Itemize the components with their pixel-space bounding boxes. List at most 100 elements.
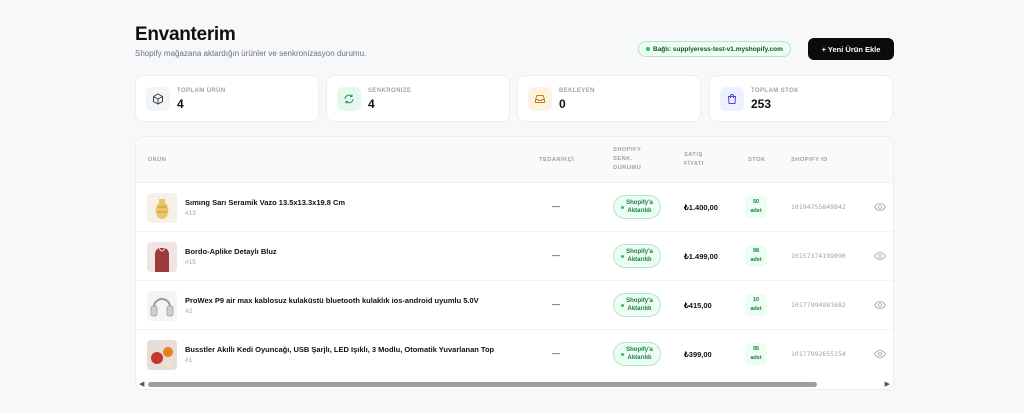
product-name[interactable]: Sımıng Sarı Seramik Vazo 13.5x13.3x19.8 … [185, 198, 345, 207]
column-header-sync-line: SENK. [613, 156, 633, 162]
column-header-stock: STOK [748, 157, 766, 163]
stat-label: TOPLAM ÜRÜN [177, 88, 226, 94]
scroll-left-arrow-icon[interactable]: ◀ [139, 380, 144, 388]
status-dot-icon [621, 254, 625, 258]
stat-label: TOPLAM STOK [751, 88, 799, 94]
scrollbar-thumb[interactable] [148, 382, 817, 387]
sync-status-line: Aktarıldı [627, 355, 652, 361]
sync-status-line: Shopify'a [626, 249, 653, 255]
stock-quantity: 10 [752, 297, 760, 303]
page-title: Envanterim [135, 24, 236, 45]
sync-status-line: Aktarıldı [627, 208, 652, 214]
table-row[interactable]: Bordo-Aplike Detaylı Bluz #15 — Shopify'… [136, 232, 893, 281]
stock-unit: adet [750, 306, 762, 312]
status-dot-icon [621, 352, 625, 356]
column-header-product: ÜRÜN [148, 157, 167, 163]
product-name[interactable]: ProWex P9 air max kablosuz kulaküstü blu… [185, 296, 479, 305]
stock-quantity: 98 [752, 248, 760, 254]
scroll-right-arrow-icon[interactable]: ▶ [885, 380, 890, 388]
connection-status-badge: Bağlı: supplyeress-test-v1.myshopify.com [638, 41, 791, 57]
eye-icon[interactable] [874, 300, 886, 310]
stat-card-total-products: TOPLAM ÜRÜN 4 [135, 75, 319, 122]
table-row[interactable]: ProWex P9 air max kablosuz kulaküstü blu… [136, 281, 893, 330]
stock-badge: 10 adet [745, 294, 767, 316]
column-header-shopify-id: SHOPIFY ID [791, 157, 828, 163]
product-id: #2 [185, 308, 193, 315]
stock-badge: 98 adet [745, 245, 767, 267]
status-dot-icon [646, 47, 650, 51]
sync-status-badge: Shopify'a Aktarıldı [613, 244, 661, 268]
stat-card-pending: BEKLEYEN 0 [517, 75, 701, 122]
box-icon [146, 87, 170, 111]
price-cell: ₺415,00 [684, 301, 712, 310]
stock-unit: adet [750, 208, 762, 214]
horizontal-scrollbar[interactable]: ◀ ▶ [136, 378, 893, 389]
sync-status-line: Shopify'a [626, 347, 653, 353]
connection-label: Bağlı: supplyeress-test-v1.myshopify.com [653, 45, 783, 53]
shopify-id-cell: 10157374199090 [791, 252, 846, 260]
product-thumbnail [147, 242, 177, 272]
stat-value: 253 [751, 97, 772, 111]
sync-status-badge: Shopify'a Aktarıldı [613, 195, 661, 219]
shopify-id-cell: 10177994981682 [791, 301, 846, 309]
column-header-sync-line: DURUMU [613, 165, 642, 171]
stat-label: SENKRONIZE [368, 88, 412, 94]
scrollbar-track[interactable] [148, 382, 883, 387]
sync-status-line: Shopify'a [626, 298, 653, 304]
stat-card-total-stock: TOPLAM STOK 253 [709, 75, 893, 122]
stock-badge: 95 adet [745, 343, 767, 365]
sync-status-line: Aktarıldı [627, 257, 652, 263]
table-row[interactable]: Sımıng Sarı Seramik Vazo 13.5x13.3x19.8 … [136, 183, 893, 232]
price-cell: ₺399,00 [684, 350, 712, 359]
supplier-cell: — [552, 251, 560, 260]
column-header-price: SATIŞ FİYATI [684, 151, 704, 169]
inbox-icon [528, 87, 552, 111]
stat-value: 4 [177, 97, 184, 111]
page-subtitle: Shopify mağazana aktardığın ürünler ve s… [135, 49, 367, 58]
status-dot-icon [621, 303, 625, 307]
shopify-id-cell: 10194755849842 [791, 203, 846, 211]
status-dot-icon [621, 205, 625, 209]
column-header-price-line: FİYATI [684, 161, 704, 167]
product-thumbnail [147, 291, 177, 321]
stock-badge: 50 adet [745, 196, 767, 218]
sync-status-badge: Shopify'a Aktarıldı [613, 293, 661, 317]
shopify-id-cell: 10177992655154 [791, 350, 846, 358]
column-header-sync-line: SHOPIFY [613, 147, 642, 153]
refresh-icon [337, 87, 361, 111]
product-id: #1 [185, 357, 193, 364]
price-cell: ₺1.400,00 [684, 203, 718, 212]
product-id: #15 [185, 259, 196, 266]
shopping-bag-icon [720, 87, 744, 111]
sync-status-badge: Shopify'a Aktarıldı [613, 342, 661, 366]
supplier-cell: — [552, 300, 560, 309]
product-thumbnail [147, 340, 177, 370]
stock-unit: adet [750, 257, 762, 263]
stock-quantity: 50 [752, 199, 760, 205]
sync-status-line: Aktarıldı [627, 306, 652, 312]
new-product-label: + Yeni Ürün Ekle [821, 44, 881, 54]
table-row[interactable]: Busstler Akıllı Kedi Oyuncağı, USB Şarjl… [136, 330, 893, 379]
stat-value: 4 [368, 97, 375, 111]
product-id: #13 [185, 210, 196, 217]
stock-unit: adet [750, 355, 762, 361]
stat-card-synced: SENKRONIZE 4 [326, 75, 510, 122]
sync-status-line: Shopify'a [626, 200, 653, 206]
product-thumbnail [147, 193, 177, 223]
price-cell: ₺1.499,00 [684, 252, 718, 261]
supplier-cell: — [552, 202, 560, 211]
eye-icon[interactable] [874, 251, 886, 261]
new-product-button[interactable]: + Yeni Ürün Ekle [808, 38, 894, 60]
stat-value: 0 [559, 97, 566, 111]
column-header-price-line: SATIŞ [684, 152, 703, 158]
column-header-supplier: TEDARİKÇİ [539, 157, 575, 163]
eye-icon[interactable] [874, 202, 886, 212]
product-name[interactable]: Busstler Akıllı Kedi Oyuncağı, USB Şarjl… [185, 345, 494, 354]
column-header-sync: SHOPIFY SENK. DURUMU [613, 146, 641, 173]
stock-quantity: 95 [752, 346, 760, 352]
eye-icon[interactable] [874, 349, 886, 359]
product-name[interactable]: Bordo-Aplike Detaylı Bluz [185, 247, 277, 256]
inventory-table: ÜRÜN TEDARİKÇİ SHOPIFY SENK. DURUMU SATI… [135, 136, 894, 390]
stat-label: BEKLEYEN [559, 88, 595, 94]
table-header: ÜRÜN TEDARİKÇİ SHOPIFY SENK. DURUMU SATI… [136, 137, 893, 183]
